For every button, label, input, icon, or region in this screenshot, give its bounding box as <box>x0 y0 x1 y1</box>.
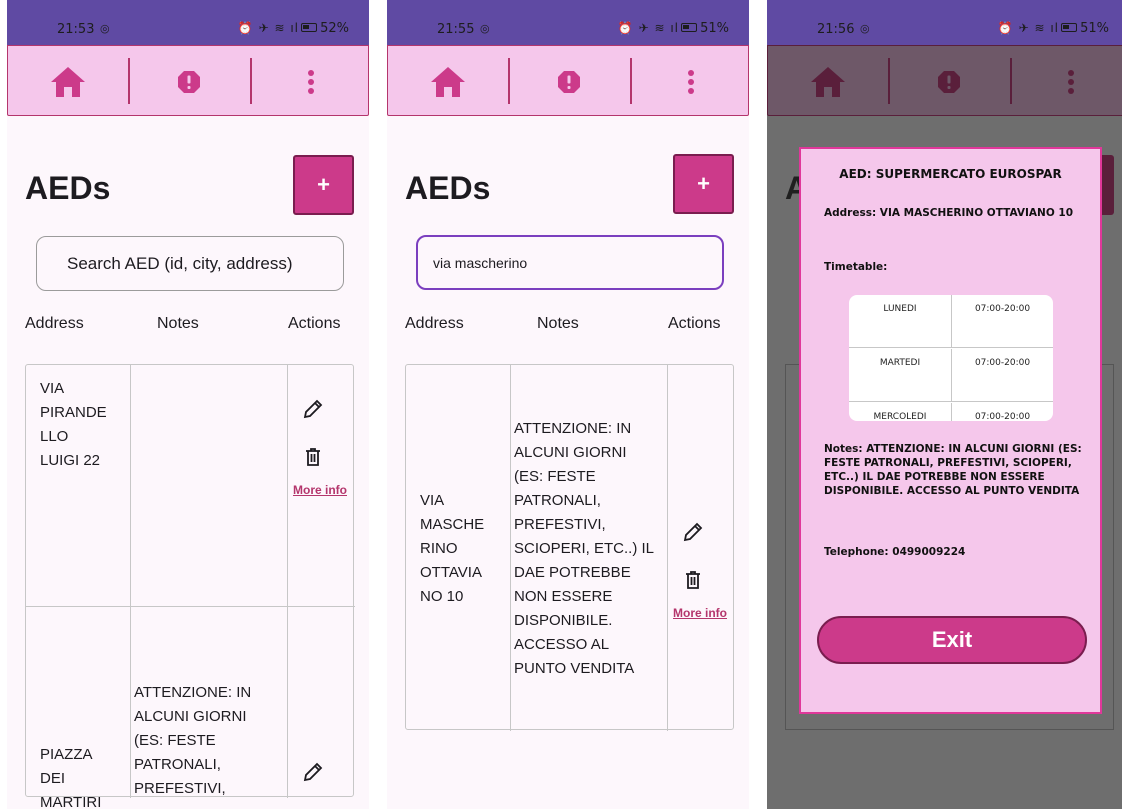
system-icons: ⏰ ✈ ≋ ıl <box>997 21 1059 35</box>
timetable-day: MARTEDI <box>879 358 921 368</box>
alert-octagon-icon <box>938 70 960 93</box>
home-icon <box>811 66 845 97</box>
menu-button[interactable] <box>1011 46 1122 117</box>
more-info-link[interactable]: More info <box>673 606 727 620</box>
nav-bar <box>387 45 749 116</box>
timetable: LUNEDI 07:00-20:00 MARTEDI 07:00-20:00 M… <box>849 295 1053 421</box>
pencil-icon[interactable] <box>301 760 325 784</box>
status-time: 21:53 <box>57 22 95 37</box>
column-header-actions: Actions <box>668 315 721 332</box>
more-vertical-icon <box>688 69 694 94</box>
exit-button[interactable]: Exit <box>817 616 1087 664</box>
table-row-address: VIA MASCHE RINO OTTAVIA NO 10 <box>420 492 485 605</box>
column-header-address: Address <box>405 315 464 332</box>
search-input[interactable]: via mascherino <box>416 235 724 290</box>
dialog-address: Address: VIA MASCHERINO OTTAVIANO 10 <box>824 207 1074 219</box>
menu-button[interactable] <box>631 46 749 117</box>
alert-octagon-icon <box>178 70 200 93</box>
battery-icon <box>1061 23 1077 32</box>
screen-aed-detail-dialog: 21:56 ◎ ⏰ ✈ ≋ ıl 51% A AED: SUPERMERCATO… <box>767 0 1122 809</box>
page-title: AEDs <box>25 170 111 206</box>
more-info-link[interactable]: More info <box>293 483 347 497</box>
aed-table: VIA PIRANDE LLO LUIGI 22 More info ATTEN… <box>25 364 355 809</box>
timetable-hours: 07:00-20:00 <box>951 295 1053 348</box>
table-row-notes: ATTENZIONE: IN ALCUNI GIORNI (ES: FESTE … <box>514 420 655 677</box>
screen-search-filtered: 21:55 ◎ ⏰ ✈ ≋ ıl 51% AEDs + via mascheri… <box>387 0 749 809</box>
table-row-notes: ATTENZIONE: IN ALCUNI GIORNI (ES: FESTE … <box>134 684 252 797</box>
timetable-row: MERCOLEDI 07:00-20:00 <box>849 403 1053 421</box>
battery-percent: 51% <box>700 21 729 36</box>
timetable-row: MARTEDI 07:00-20:00 <box>849 349 1053 402</box>
column-header-notes: Notes <box>157 315 199 332</box>
timetable-hours: 07:00-20:00 <box>951 403 1053 421</box>
table-row-address: VIA PIRANDE LLO LUIGI 22 <box>40 380 107 469</box>
system-icons: ⏰ ✈ ≋ ıl <box>237 21 299 35</box>
camera-icon: ◎ <box>860 22 870 35</box>
status-bar: 21:53 ◎ ⏰ ✈ ≋ ıl 52% <box>7 0 369 45</box>
home-icon <box>431 66 465 97</box>
more-vertical-icon <box>1068 69 1074 94</box>
column-header-actions: Actions <box>288 315 341 332</box>
timetable-day: LUNEDI <box>883 304 917 314</box>
aed-detail-dialog: AED: SUPERMERCATO EUROSPAR Address: VIA … <box>799 147 1102 714</box>
dialog-title: AED: SUPERMERCATO EUROSPAR <box>839 167 1062 181</box>
battery-icon <box>301 23 317 32</box>
dialog-timetable-label: Timetable: <box>824 261 888 273</box>
home-icon <box>51 66 85 97</box>
more-vertical-icon <box>308 69 314 94</box>
alert-button[interactable] <box>889 46 1009 117</box>
home-button[interactable] <box>8 46 128 117</box>
dialog-telephone: Telephone: 0499009224 <box>824 546 966 558</box>
status-time: 21:55 <box>437 22 475 37</box>
status-bar: 21:55 ◎ ⏰ ✈ ≋ ıl 51% <box>387 0 749 45</box>
battery-percent: 51% <box>1080 21 1109 36</box>
pencil-icon[interactable] <box>301 397 325 421</box>
column-header-notes: Notes <box>537 315 579 332</box>
search-input[interactable]: Search AED (id, city, address) <box>36 236 344 291</box>
dialog-notes: Notes: ATTENZIONE: IN ALCUNI GIORNI (ES:… <box>824 443 1082 497</box>
status-bar: 21:56 ◎ ⏰ ✈ ≋ ıl 51% <box>767 0 1122 45</box>
timetable-day: MERCOLEDI <box>873 412 927 421</box>
trash-icon[interactable] <box>683 570 703 590</box>
alert-octagon-icon <box>558 70 580 93</box>
column-header-address: Address <box>25 315 84 332</box>
home-button[interactable] <box>768 46 888 117</box>
trash-icon[interactable] <box>303 447 323 467</box>
alert-button[interactable] <box>129 46 249 117</box>
system-icons: ⏰ ✈ ≋ ıl <box>617 21 679 35</box>
nav-bar <box>767 45 1122 116</box>
pencil-icon[interactable] <box>681 520 705 544</box>
timetable-hours: 07:00-20:00 <box>951 349 1053 402</box>
add-aed-button[interactable]: + <box>673 154 734 214</box>
camera-icon: ◎ <box>480 22 490 35</box>
timetable-row: LUNEDI 07:00-20:00 <box>849 295 1053 348</box>
status-time: 21:56 <box>817 22 855 37</box>
home-button[interactable] <box>388 46 508 117</box>
camera-icon: ◎ <box>100 22 110 35</box>
nav-bar <box>7 45 369 116</box>
alert-button[interactable] <box>509 46 629 117</box>
add-aed-button[interactable]: + <box>293 155 354 215</box>
screen-search-empty: 21:53 ◎ ⏰ ✈ ≋ ıl 52% AEDs + Search AED (… <box>7 0 369 809</box>
battery-percent: 52% <box>320 21 349 36</box>
battery-icon <box>681 23 697 32</box>
aed-table: VIA MASCHE RINO OTTAVIA NO 10 ATTENZIONE… <box>405 364 734 731</box>
table-row-address: PIAZZA DEI MARTIRI <box>40 746 102 809</box>
menu-button[interactable] <box>251 46 369 117</box>
page-title: AEDs <box>405 170 491 206</box>
